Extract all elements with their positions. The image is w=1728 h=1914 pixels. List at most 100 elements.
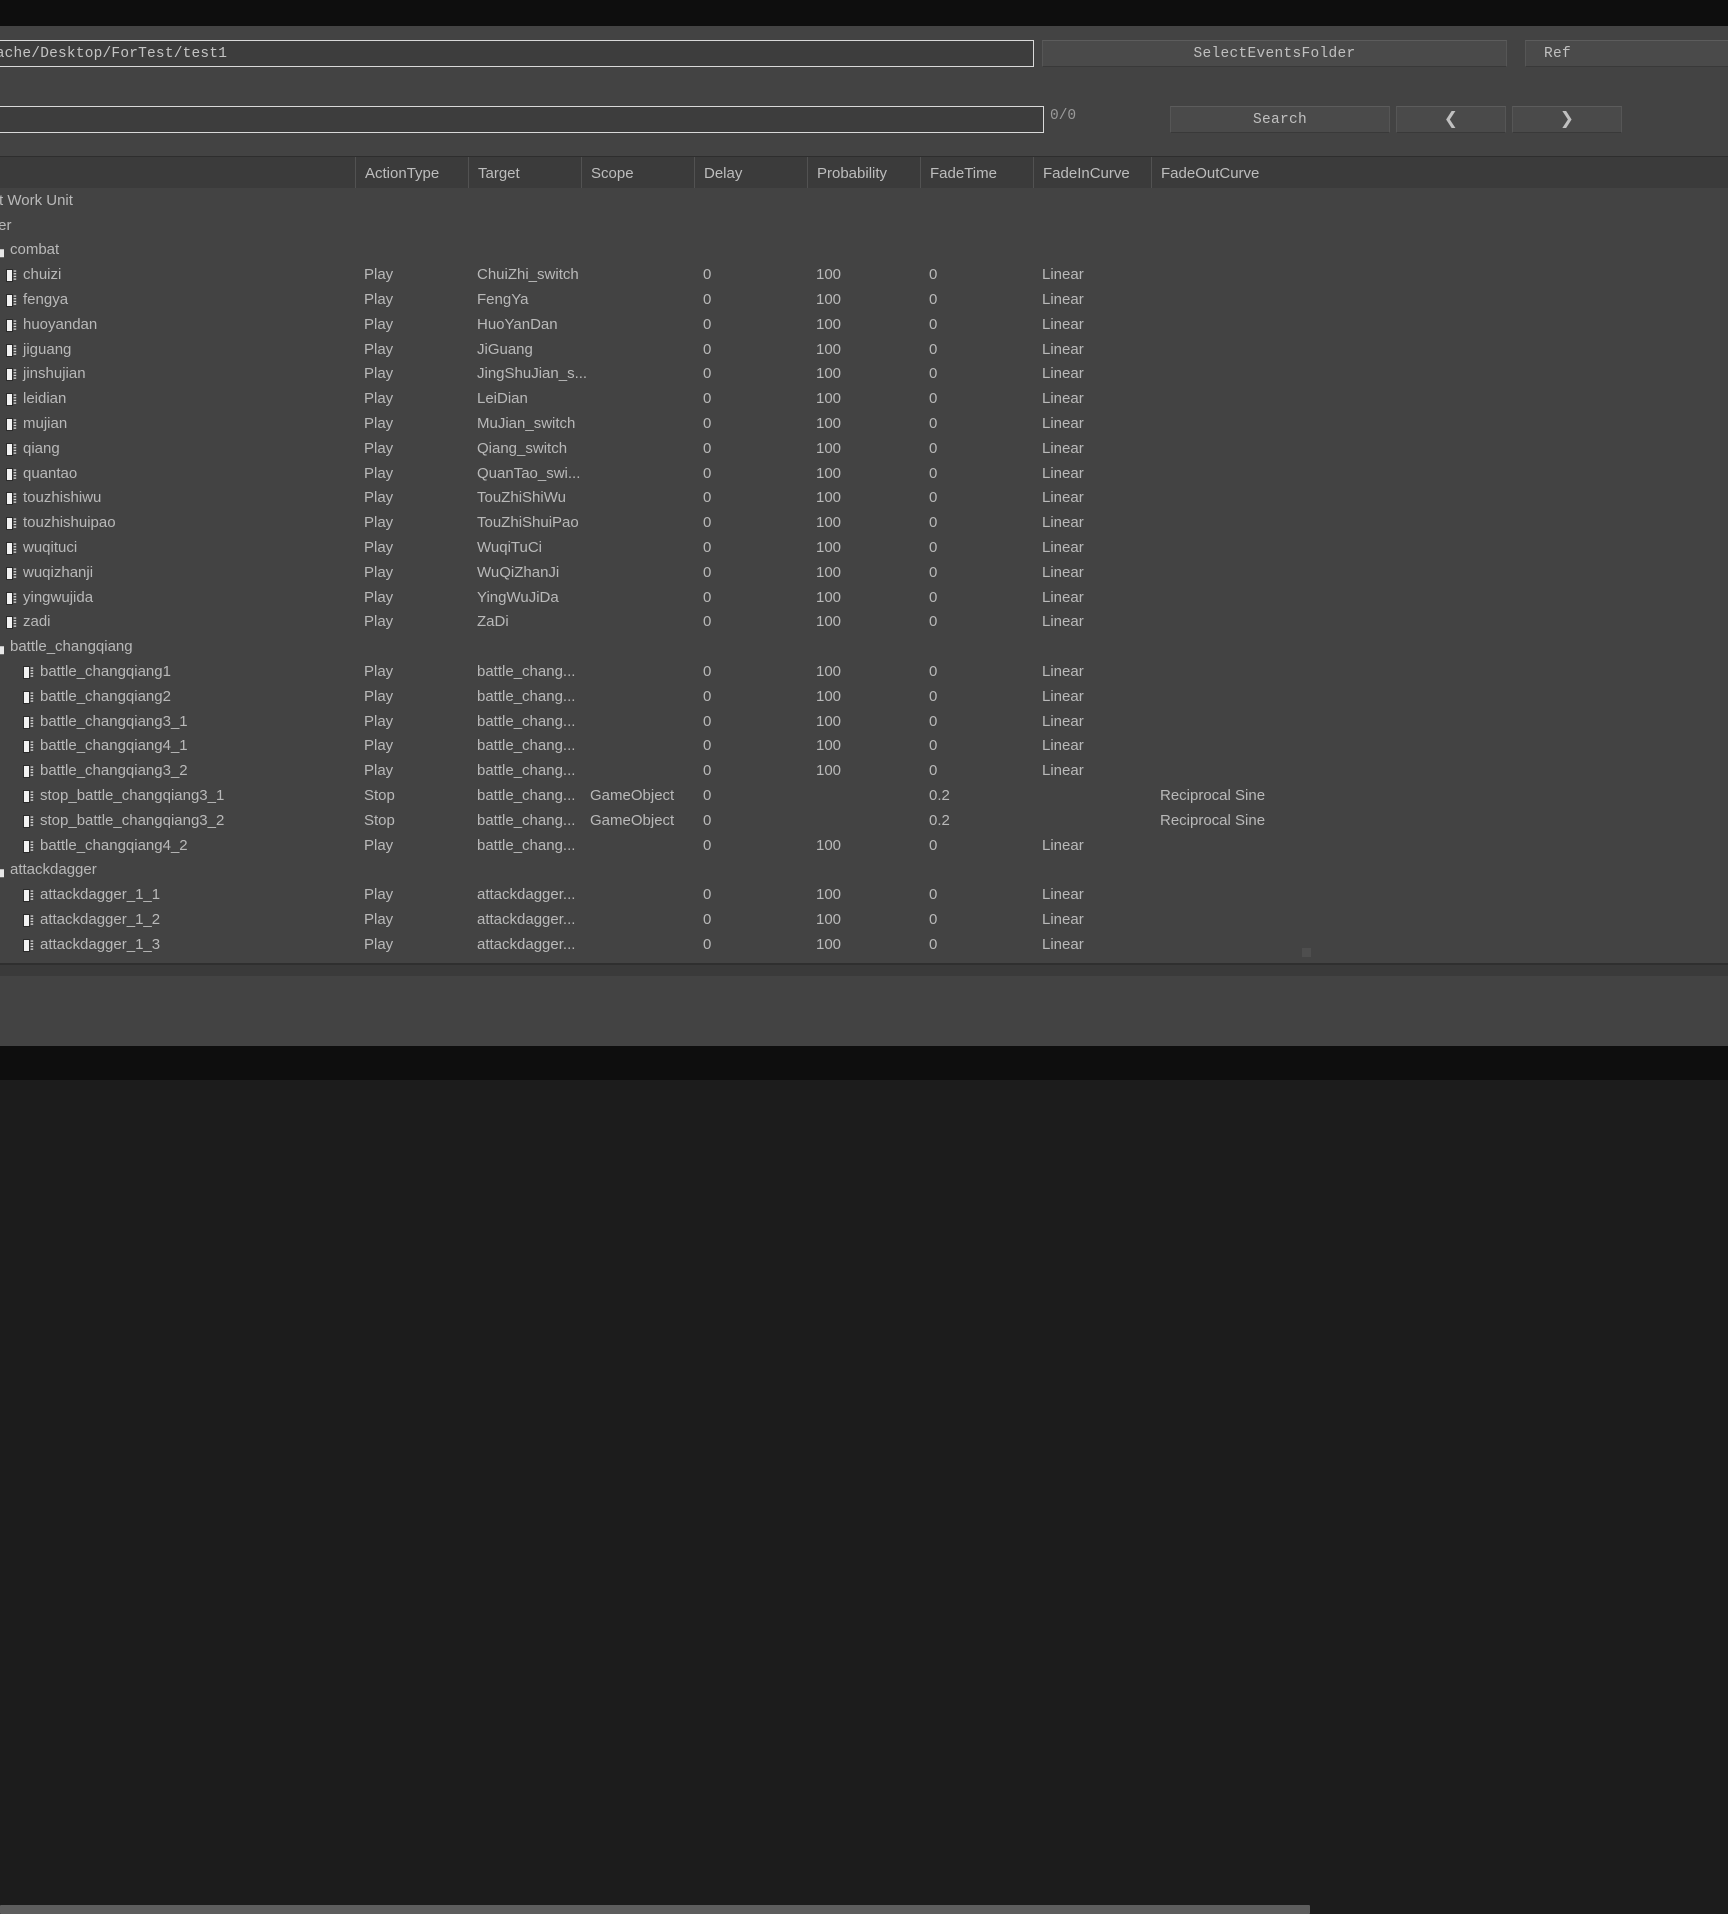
cell-probability: 100 bbox=[816, 415, 842, 433]
tree-row-label: battle_changqiang bbox=[10, 638, 133, 656]
cell-target bbox=[468, 858, 590, 883]
cell-target: TouZhiShuiPao bbox=[477, 514, 579, 532]
tree-event-row[interactable]: leidian Play LeiDian 0 100 0 Linear bbox=[0, 386, 1728, 411]
column-header-delay[interactable]: Delay bbox=[694, 157, 807, 189]
tree-folder-row[interactable]: attackdagger bbox=[0, 858, 1728, 883]
search-prev-button[interactable]: ❮ bbox=[1396, 106, 1506, 133]
cell-scope bbox=[581, 932, 703, 957]
refresh-button[interactable]: Ref bbox=[1525, 40, 1728, 67]
cell-probability bbox=[807, 858, 929, 883]
cell-delay: 0 bbox=[703, 315, 712, 333]
tree-event-row[interactable]: chuizi Play ChuiZhi_switch 0 100 0 Linear bbox=[0, 262, 1728, 287]
tree-folder-row[interactable]: battle_changqiang bbox=[0, 634, 1728, 659]
tree-event-row[interactable]: fengya Play FengYa 0 100 0 Linear bbox=[0, 287, 1728, 312]
cell-fadeoutcurve: Reciprocal Sine bbox=[1160, 787, 1266, 805]
tree-event-row[interactable]: wuqituci Play WuqiTuCi 0 100 0 Linear bbox=[0, 535, 1728, 560]
event-icon bbox=[23, 666, 34, 680]
cell-fadeoutcurve bbox=[1151, 684, 1728, 709]
tree-event-row[interactable]: huoyandan Play HuoYanDan 0 100 0 Linear bbox=[0, 312, 1728, 337]
cell-target: battle_chang... bbox=[477, 687, 576, 705]
tree-event-row[interactable]: battle_changqiang2 Play battle_chang... 0 10… bbox=[0, 684, 1728, 709]
bottom-black-strip bbox=[0, 1046, 1728, 1080]
event-icon bbox=[6, 418, 17, 432]
event-icon bbox=[6, 616, 17, 630]
tree-event-row[interactable]: quantao Play QuanTao_swi... 0 100 0 Linear bbox=[0, 461, 1728, 486]
tree-event-row[interactable]: yingwujida Play YingWuJiDa 0 100 0 Linear bbox=[0, 585, 1728, 610]
tree-event-row[interactable]: battle_changqiang3_1 Play battle_chang... 0… bbox=[0, 709, 1728, 734]
horizontal-scrollbar-track[interactable] bbox=[0, 965, 1728, 1914]
search-button[interactable]: Search bbox=[1170, 106, 1390, 133]
tree-event-row[interactable]: qiang Play Qiang_switch 0 100 0 Linear bbox=[0, 436, 1728, 461]
cell-target: WuQiZhanJi bbox=[477, 563, 560, 581]
cell-actiontype: Play bbox=[364, 514, 394, 532]
cell-probability: 100 bbox=[816, 613, 842, 631]
cell-fadeincurve: Linear bbox=[1042, 464, 1084, 482]
search-next-button[interactable]: ❯ bbox=[1512, 106, 1622, 133]
column-header-fadeoutcurve[interactable]: FadeOutCurve bbox=[1151, 157, 1728, 189]
cell-fadeincurve: Linear bbox=[1042, 340, 1084, 358]
column-header-actiontype[interactable]: ActionType bbox=[355, 157, 468, 189]
tree-event-row[interactable]: battle_changqiang4_2 Play battle_chang... 0… bbox=[0, 833, 1728, 858]
tree-event-row[interactable]: attackdagger_1_2 Play attackdagger... 0 100 0… bbox=[0, 907, 1728, 932]
event-icon bbox=[23, 814, 34, 828]
cell-fadeincurve: Linear bbox=[1042, 390, 1084, 408]
cell-probability: 100 bbox=[816, 588, 842, 606]
tree-event-row[interactable]: stop_battle_changqiang3_1 Stop battle_chan… bbox=[0, 783, 1728, 808]
tree-event-row[interactable]: zadi Play ZaDi 0 100 0 Linear bbox=[0, 610, 1728, 635]
cell-target: attackdagger... bbox=[477, 886, 576, 904]
cell-fadeoutcurve bbox=[1151, 709, 1728, 734]
column-header-ent[interactable]: ent bbox=[0, 157, 355, 189]
tree-event-row[interactable]: attackdagger_1_1 Play attackdagger... 0 100 0… bbox=[0, 882, 1728, 907]
column-header-scope[interactable]: Scope bbox=[581, 157, 694, 189]
column-header-fadeincurve[interactable]: FadeInCurve bbox=[1033, 157, 1151, 189]
tree-row-label: stop_battle_changqiang3_2 bbox=[40, 811, 225, 829]
cell-actiontype: Play bbox=[364, 762, 394, 780]
cell-probability: 100 bbox=[816, 712, 842, 730]
event-icon bbox=[6, 393, 17, 407]
horizontal-scrollbar-thumb[interactable] bbox=[0, 1905, 1310, 1914]
tree-event-row[interactable]: mujian Play MuJian_switch 0 100 0 Linear bbox=[0, 411, 1728, 436]
event-icon bbox=[23, 914, 34, 927]
cell-fadeincurve: Linear bbox=[1042, 291, 1084, 309]
tree-event-row[interactable]: jinshujian Play JingShuJian_s... 0 100 0 Linea… bbox=[0, 362, 1728, 387]
tree-row-label: stop_battle_changqiang3_1 bbox=[40, 787, 225, 805]
column-header-probability[interactable]: Probability bbox=[807, 157, 920, 189]
column-header-target[interactable]: Target bbox=[468, 157, 581, 189]
events-folder-path-input[interactable]: rs/ache/Desktop/ForTest/test1 bbox=[0, 40, 1034, 67]
tree-event-row[interactable]: battle_changqiang1 Play battle_chang... 0 10… bbox=[0, 659, 1728, 684]
cell-fadetime: 0 bbox=[929, 911, 938, 928]
tree-event-row[interactable]: ault Work Unit bbox=[0, 188, 1728, 213]
cell-fadeoutcurve bbox=[1151, 362, 1728, 387]
tree-event-row[interactable]: battle_changqiang3_2 Play battle_chang... 0… bbox=[0, 758, 1728, 783]
tree-event-row[interactable]: attackdagger_1_3 Play attackdagger... 0 100 0… bbox=[0, 932, 1728, 957]
tree-folder-row[interactable]: layer bbox=[0, 213, 1728, 238]
tree-row-label: huoyandan bbox=[23, 315, 98, 333]
tree-event-row[interactable]: touzhishiwu Play TouZhiShiWu 0 100 0 Linear bbox=[0, 486, 1728, 511]
tree-event-row[interactable]: jiguang Play JiGuang 0 100 0 Linear bbox=[0, 337, 1728, 362]
cell-fadetime: 0 bbox=[929, 266, 938, 284]
select-events-folder-button[interactable]: SelectEventsFolder bbox=[1042, 40, 1507, 67]
tree-event-row[interactable]: stop_battle_changqiang3_2 Stop battle_chan… bbox=[0, 808, 1728, 833]
cell-actiontype bbox=[355, 634, 477, 659]
tree-event-row[interactable]: battle_changqiang4_1 Play battle_chang... 0… bbox=[0, 734, 1728, 759]
cell-fadetime: 0.2 bbox=[929, 787, 950, 805]
cell-target: battle_chang... bbox=[477, 737, 576, 755]
cell-scope bbox=[581, 411, 703, 436]
cell-scope bbox=[581, 709, 703, 734]
tree-row-label: quantao bbox=[23, 464, 78, 482]
cell-delay: 0 bbox=[703, 464, 712, 482]
cell-fadetime: 0 bbox=[929, 390, 938, 408]
column-header-fadetime[interactable]: FadeTime bbox=[920, 157, 1033, 189]
cell-actiontype: Play bbox=[364, 315, 394, 333]
event-icon bbox=[6, 343, 17, 357]
tree-event-row[interactable]: wuqizhanji Play WuQiZhanJi 0 100 0 Linear bbox=[0, 560, 1728, 585]
cell-fadetime bbox=[920, 188, 1042, 213]
events-tree-table[interactable]: ault Work Unit layer combat chuizi Play ChuiZ… bbox=[0, 188, 1728, 963]
cell-probability bbox=[807, 634, 929, 659]
tree-event-row[interactable]: touzhishuipao Play TouZhiShuiPao 0 100 0 Linea… bbox=[0, 510, 1728, 535]
tree-folder-row[interactable]: combat bbox=[0, 238, 1728, 263]
search-input[interactable] bbox=[0, 106, 1044, 133]
tree-row-label-cell: yingwujida bbox=[0, 585, 382, 610]
